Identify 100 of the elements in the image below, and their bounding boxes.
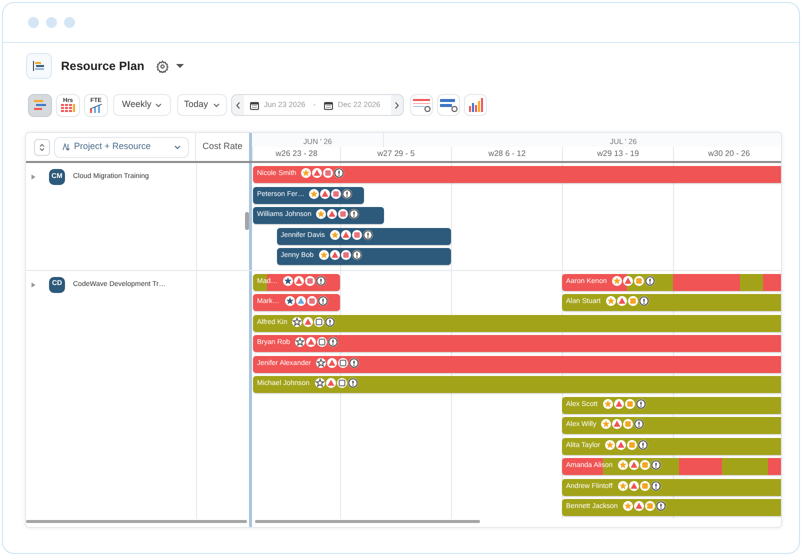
square-badge-icon [314,316,324,326]
tool-button[interactable] [437,94,460,116]
app-icon [26,53,52,79]
week-header: w28 6 - 12 [451,147,562,161]
alert-badge-icon [334,168,344,178]
star-badge-icon [618,480,628,490]
alert-badge-icon [318,296,328,306]
scrollbar[interactable] [26,520,247,523]
square-badge-icon [304,276,315,286]
chevron-down-icon [213,102,220,108]
chevron-down-icon [174,144,181,150]
star-badge-icon [295,337,306,347]
star-badge-icon [309,188,320,198]
square-badge-icon [634,276,644,286]
caret-icon[interactable] [176,63,184,69]
square-badge-icon [317,337,328,347]
star-badge-icon [314,378,325,388]
alert-badge-icon [638,440,648,450]
star-badge-icon [318,250,329,260]
tool-button[interactable] [410,94,433,116]
triangle-badge-icon [327,358,338,368]
square-badge-icon [352,230,362,240]
chevron-right-icon [395,102,399,108]
sort-button[interactable] [34,138,50,156]
star-badge-icon [618,460,628,470]
alert-badge-icon [349,209,360,219]
jump-dropdown[interactable]: Today [177,94,227,116]
star-badge-icon [602,398,613,408]
alert-badge-icon [316,276,326,286]
week-header: w27 29 - 5 [340,147,451,161]
star-badge-icon [316,209,326,219]
expand-arrow-icon[interactable] [31,174,36,180]
square-badge-icon [338,209,348,219]
sort-icon [39,142,45,152]
gantt-icon [33,99,47,111]
star-badge-icon [330,230,340,240]
triangle-badge-icon [320,188,330,198]
square-badge-icon [336,378,347,388]
week-header: w30 20 - 26 [673,147,781,161]
star-badge-icon [605,440,616,450]
settings-icon[interactable] [156,60,170,72]
sort-az-icon [62,143,70,151]
square-badge-icon [340,250,351,260]
star-badge-icon [284,296,295,306]
expand-arrow-icon[interactable] [31,282,36,288]
star-badge-icon [316,358,326,368]
group-by-dropdown[interactable]: Project + Resource [54,136,189,158]
triangle-badge-icon [614,398,624,408]
bar-chart-icon [468,98,484,112]
star-badge-icon [292,316,302,326]
triangle-badge-icon [326,378,336,388]
calendar-icon [250,100,259,110]
triangle-badge-icon [634,501,644,511]
triangle-badge-icon [616,296,627,306]
triangle-badge-icon [628,460,639,470]
period-dropdown[interactable]: Weekly [113,94,171,116]
triangle-badge-icon [340,230,351,240]
square-badge-icon [338,358,348,368]
triangle-badge-icon [303,316,314,326]
alert-badge-icon [644,276,655,286]
view-toggle[interactable] [28,94,52,116]
page-title: Resource Plan [61,58,144,75]
square-badge-icon [640,480,650,490]
triangle-badge-icon [312,168,322,178]
chevron-left-icon [236,102,240,108]
square-badge-icon [644,501,655,511]
alert-badge-icon [636,398,646,408]
alert-badge-icon [634,419,644,429]
square-badge-icon [628,296,638,306]
triangle-badge-icon [616,440,626,450]
alert-badge-icon [328,337,338,347]
triangle-badge-icon [612,419,622,429]
star-badge-icon [282,276,293,286]
alert-badge-icon [656,501,666,511]
triangle-badge-icon [628,480,639,490]
alert-badge-icon [349,358,360,368]
chevron-down-icon [155,102,162,108]
square-badge-icon [640,460,650,470]
star-badge-icon [301,168,312,178]
triangle-badge-icon [306,337,316,347]
alert-badge-icon [352,250,362,260]
star-badge-icon [606,296,616,306]
alert-badge-icon [348,378,358,388]
scrollbar[interactable] [245,212,249,230]
week-header: w29 13 - 19 [562,147,673,161]
alert-badge-icon [638,296,649,306]
hours-icon [61,104,75,112]
alert-badge-icon [325,316,336,326]
triangle-badge-icon [622,276,633,286]
triangle-badge-icon [330,250,340,260]
triangle-badge-icon [294,276,304,286]
star-badge-icon [612,276,622,286]
scrollbar[interactable] [255,520,480,523]
alert-badge-icon [362,230,373,240]
tool-button[interactable] [464,94,487,116]
alert-badge-icon [342,188,352,198]
triangle-badge-icon [296,296,306,306]
alert-badge-icon [650,460,661,470]
star-badge-icon [601,419,612,429]
square-badge-icon [627,440,638,450]
